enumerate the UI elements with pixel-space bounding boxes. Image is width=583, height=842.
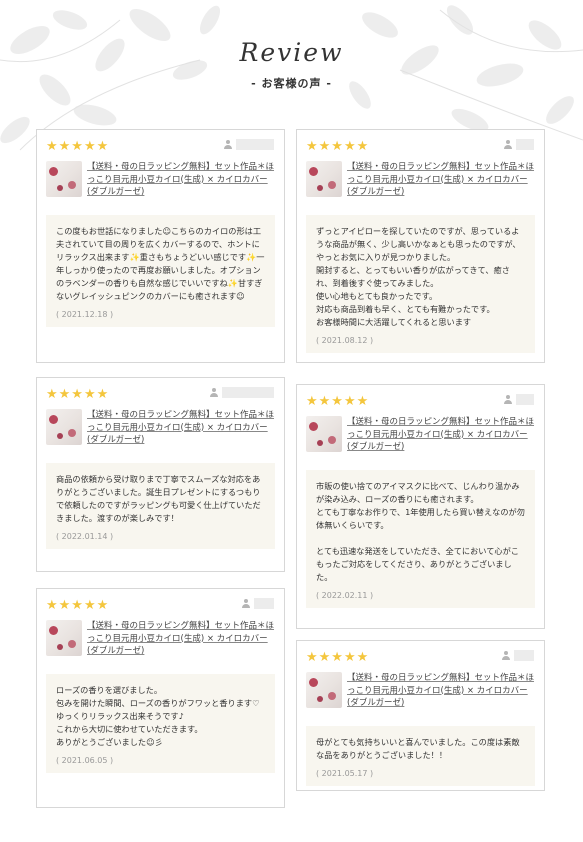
star-rating: ★★★★★	[306, 650, 370, 665]
product-thumbnail[interactable]	[306, 161, 342, 197]
review-card: ★★★★★ 【送料・母の日ラッピング無料】セット作品＊ほっこり目元用小豆カイロ(…	[36, 129, 285, 363]
star-rating: ★★★★★	[46, 387, 110, 402]
user-icon	[503, 394, 513, 405]
reviewer-name-masked	[516, 139, 534, 150]
reviewer	[501, 650, 534, 661]
product-thumbnail[interactable]	[46, 620, 82, 656]
star-rating: ★★★★★	[306, 394, 370, 409]
user-icon	[241, 598, 251, 609]
product-thumbnail[interactable]	[306, 672, 342, 708]
product-link[interactable]: 【送料・母の日ラッピング無料】セット作品＊ほっこり目元用小豆カイロ(生成) × …	[347, 672, 535, 710]
product-info: 【送料・母の日ラッピング無料】セット作品＊ほっこり目元用小豆カイロ(生成) × …	[306, 672, 535, 710]
reviewer	[503, 394, 534, 405]
review-date: ( 2022.02.11 )	[316, 590, 374, 600]
reviewer-name-masked	[516, 394, 534, 405]
page-header: Review - お客様の声 -	[0, 38, 583, 91]
product-thumbnail[interactable]	[46, 409, 82, 445]
user-icon	[223, 139, 233, 150]
star-rating: ★★★★★	[46, 139, 110, 154]
product-info: 【送料・母の日ラッピング無料】セット作品＊ほっこり目元用小豆カイロ(生成) × …	[306, 161, 535, 199]
review-text: この度もお世話になりました☺︎こちらのカイロの形は工夫されていて目の周りを広くカ…	[56, 225, 265, 301]
star-rating: ★★★★★	[46, 598, 110, 613]
review-date: ( 2021.05.17 )	[316, 768, 374, 778]
reviewer-name-masked	[514, 650, 534, 661]
review-text: 市販の使い捨てのアイマスクに比べて、じんわり温かみが染み込み、ローズの香りにも癒…	[316, 480, 525, 582]
review-date: ( 2022.01.14 )	[56, 531, 114, 541]
product-link[interactable]: 【送料・母の日ラッピング無料】セット作品＊ほっこり目元用小豆カイロ(生成) × …	[347, 161, 535, 199]
review-card: ★★★★★ 【送料・母の日ラッピング無料】セット作品＊ほっこり目元用小豆カイロ(…	[36, 377, 285, 572]
user-icon	[501, 650, 511, 661]
product-info: 【送料・母の日ラッピング無料】セット作品＊ほっこり目元用小豆カイロ(生成) × …	[46, 161, 275, 199]
reviewer	[223, 139, 274, 150]
user-icon	[209, 387, 219, 398]
review-text: ローズの香りを選びました。 包みを開けた瞬間、ローズの香りがフワッと香ります♡ …	[56, 684, 260, 747]
review-card: ★★★★★ 【送料・母の日ラッピング無料】セット作品＊ほっこり目元用小豆カイロ(…	[36, 588, 285, 808]
star-rating: ★★★★★	[306, 139, 370, 154]
page-title: Review	[239, 38, 344, 67]
product-info: 【送料・母の日ラッピング無料】セット作品＊ほっこり目元用小豆カイロ(生成) × …	[46, 620, 275, 658]
review-box: ずっとアイピローを探していたのですが、思っているような商品が無く、少し高いかなぁ…	[306, 214, 535, 353]
review-card: ★★★★★ 【送料・母の日ラッピング無料】セット作品＊ほっこり目元用小豆カイロ(…	[296, 384, 545, 629]
product-link[interactable]: 【送料・母の日ラッピング無料】セット作品＊ほっこり目元用小豆カイロ(生成) × …	[87, 409, 275, 447]
reviewer	[241, 598, 274, 609]
review-text: 商品の依頼から受け取りまで丁寧でスムーズな対応をありがとうございました。誕生日プ…	[56, 473, 261, 523]
review-text: ずっとアイピローを探していたのですが、思っているような商品が無く、少し高いかなぁ…	[316, 225, 521, 327]
reviewer-name-masked	[222, 387, 274, 398]
review-date: ( 2021.12.18 )	[56, 309, 114, 319]
user-icon	[503, 139, 513, 150]
review-box: この度もお世話になりました☺︎こちらのカイロの形は工夫されていて目の周りを広くカ…	[46, 214, 275, 327]
product-info: 【送料・母の日ラッピング無料】セット作品＊ほっこり目元用小豆カイロ(生成) × …	[306, 416, 535, 454]
review-date: ( 2021.06.05 )	[56, 755, 114, 765]
page-subtitle: - お客様の声 -	[251, 77, 332, 90]
review-card: ★★★★★ 【送料・母の日ラッピング無料】セット作品＊ほっこり目元用小豆カイロ(…	[296, 129, 545, 363]
reviewer-name-masked	[254, 598, 274, 609]
product-link[interactable]: 【送料・母の日ラッピング無料】セット作品＊ほっこり目元用小豆カイロ(生成) × …	[347, 416, 535, 454]
product-thumbnail[interactable]	[306, 416, 342, 452]
review-text: 母がとても気持ちいいと喜んでいました。この度は素敵な品をありがとうございました！…	[316, 736, 520, 760]
product-thumbnail[interactable]	[46, 161, 82, 197]
review-box: 母がとても気持ちいいと喜んでいました。この度は素敵な品をありがとうございました！…	[306, 725, 535, 786]
review-date: ( 2021.08.12 )	[316, 335, 374, 345]
reviewer-name-masked	[236, 139, 274, 150]
reviewer	[209, 387, 274, 398]
review-box: 商品の依頼から受け取りまで丁寧でスムーズな対応をありがとうございました。誕生日プ…	[46, 462, 275, 549]
review-box: ローズの香りを選びました。 包みを開けた瞬間、ローズの香りがフワッと香ります♡ …	[46, 673, 275, 773]
review-card: ★★★★★ 【送料・母の日ラッピング無料】セット作品＊ほっこり目元用小豆カイロ(…	[296, 640, 545, 791]
product-link[interactable]: 【送料・母の日ラッピング無料】セット作品＊ほっこり目元用小豆カイロ(生成) × …	[87, 161, 275, 199]
review-box: 市販の使い捨てのアイマスクに比べて、じんわり温かみが染み込み、ローズの香りにも癒…	[306, 469, 535, 608]
reviewer	[503, 139, 534, 150]
product-link[interactable]: 【送料・母の日ラッピング無料】セット作品＊ほっこり目元用小豆カイロ(生成) × …	[87, 620, 275, 658]
product-info: 【送料・母の日ラッピング無料】セット作品＊ほっこり目元用小豆カイロ(生成) × …	[46, 409, 275, 447]
